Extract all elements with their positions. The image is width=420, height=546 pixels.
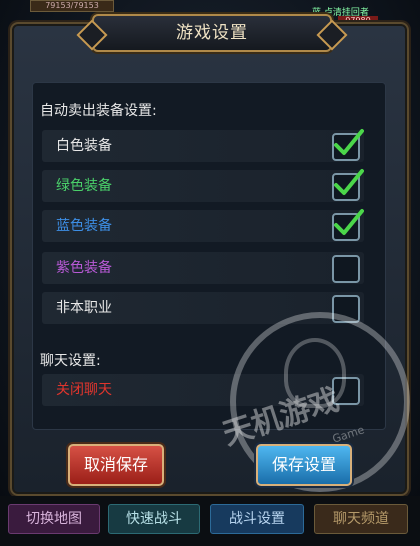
watermark-text: 天机游戏 [218,382,344,453]
chat-channel-button[interactable]: 聊天频道 [314,504,408,534]
checkmark-icon [334,169,364,195]
cancel-button[interactable]: 取消保存 [68,444,164,486]
battle-settings-button[interactable]: 战斗设置 [210,504,304,534]
equipment-section-label: 自动卖出装备设置: [40,103,157,119]
option-label: 关闭聊天 [56,382,112,398]
option-label: 紫色装备 [56,260,112,276]
option-row-purple[interactable]: 紫色装备 [42,252,364,284]
option-row-white[interactable]: 白色装备 [42,129,364,162]
quick-battle-button[interactable]: 快速战斗 [108,504,200,534]
option-row-blue[interactable]: 蓝色装备 [42,209,364,242]
option-label: 绿色装备 [56,178,112,194]
checkmark-icon [334,209,364,235]
save-button[interactable]: 保存设置 [256,444,352,486]
option-label: 蓝色装备 [56,218,112,234]
option-row-green[interactable]: 绿色装备 [42,169,364,202]
checkmark-icon [334,129,364,155]
dialog-title-plate: 游戏设置 [76,14,348,52]
switch-map-button[interactable]: 切换地图 [8,504,100,534]
dialog-title: 游戏设置 [176,23,248,43]
chat-section-label: 聊天设置: [40,353,101,369]
option-label: 白色装备 [56,138,112,154]
checkbox-purple-equipment[interactable] [332,255,360,283]
watermark-subtext: Game [330,423,366,446]
option-label: 非本职业 [56,300,112,316]
hp-bar: 79153/79153 [30,0,114,12]
